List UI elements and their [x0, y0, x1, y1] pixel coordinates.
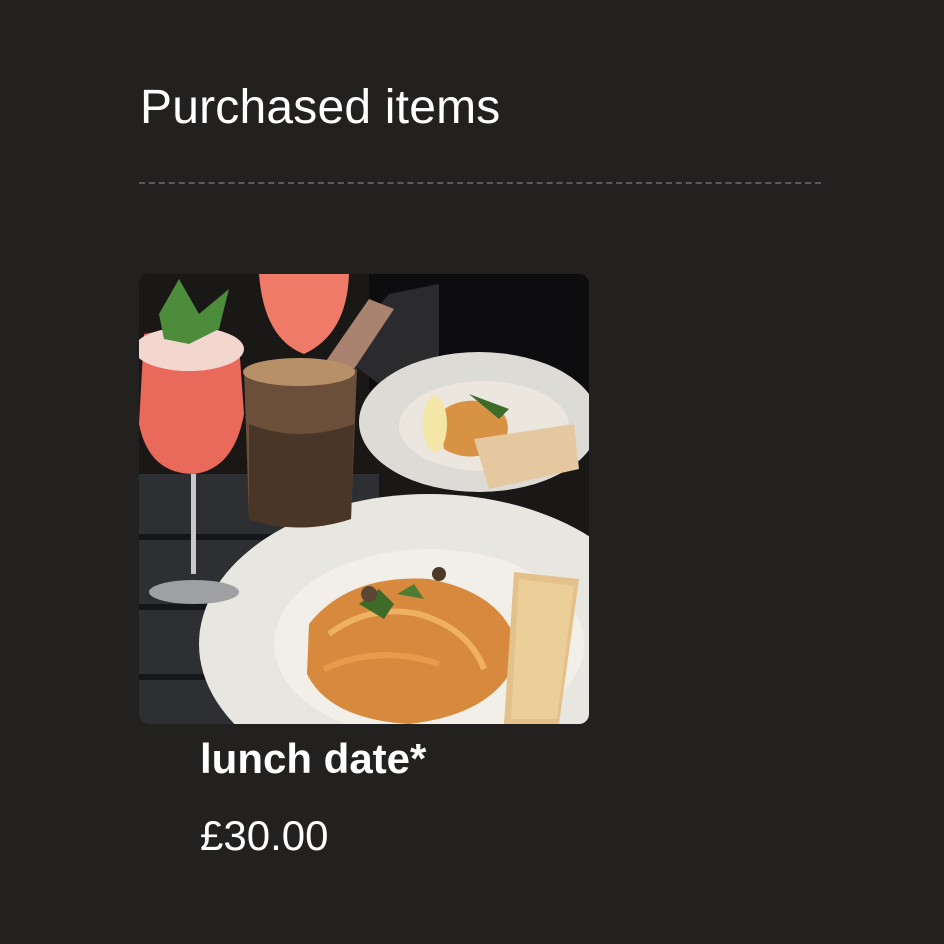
page-title: Purchased items [140, 81, 501, 134]
purchased-item-card[interactable]: lunch date* £30.00 [139, 274, 589, 874]
item-photo[interactable] [139, 274, 589, 724]
dashed-divider [139, 182, 821, 184]
food-photo-illustration [139, 274, 589, 724]
purchased-items-page: Purchased items lunch date* £30.00 [0, 0, 944, 944]
item-title[interactable]: lunch date* [200, 732, 426, 786]
item-price: £30.00 [200, 812, 329, 859]
